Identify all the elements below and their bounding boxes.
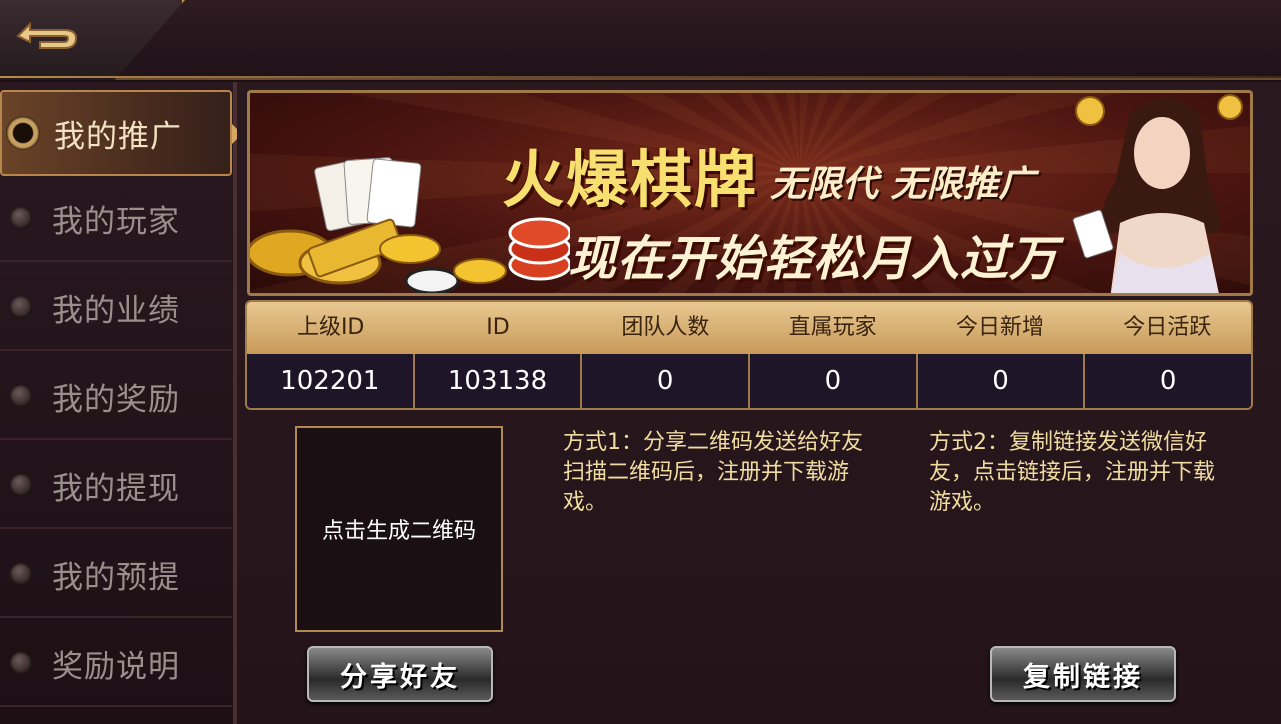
- method-1-text: 方式1：分享二维码发送给好友扫描二维码后，注册并下载游戏。: [563, 430, 863, 515]
- sidebar-item-promotion[interactable]: 我的推广: [0, 90, 242, 176]
- copy-button-label: 复制链接: [1023, 661, 1143, 693]
- sidebar-item-label: 我的预提: [52, 559, 180, 596]
- top-bar: [0, 0, 1281, 80]
- stats-header-row: 上级ID ID 团队人数 直属玩家 今日新增 今日活跃: [247, 302, 1251, 354]
- main-panel: 火爆棋牌 无限代 无限推广 现在开始轻松月入过万 上级ID ID 团队人数 直属…: [237, 82, 1281, 724]
- sidebar-item-label: 我的奖励: [52, 381, 180, 418]
- generate-qr-button[interactable]: 点击生成二维码: [295, 426, 503, 632]
- banner-subtitle: 无限代 无限推广: [770, 163, 1035, 205]
- sidebar-item-label: 我的推广: [54, 118, 182, 155]
- header-today-active: 今日活跃: [1123, 315, 1212, 340]
- header-id: ID: [486, 315, 510, 340]
- value-today-active: 0: [1085, 354, 1251, 408]
- sidebar-item-label: 我的业绩: [52, 292, 180, 329]
- stats-value-row: 102201 103138 0 0 0 0: [247, 354, 1251, 408]
- sidebar-item-label: 我的玩家: [52, 203, 180, 240]
- header-team-size: 团队人数: [621, 315, 710, 340]
- banner-slogan: 现在开始轻松月入过万: [568, 231, 1059, 287]
- radio-dot-icon: [10, 652, 32, 674]
- sidebar-item-rewards[interactable]: 我的奖励: [0, 354, 232, 440]
- back-button[interactable]: [14, 14, 84, 58]
- radio-dot-icon: [10, 207, 32, 229]
- sidebar-item-performance[interactable]: 我的业绩: [0, 265, 232, 351]
- value-team-size: 0: [582, 354, 751, 408]
- sidebar: 我的推广 我的玩家 我的业绩 我的奖励 我的提现 我的预提 奖励说明: [0, 82, 242, 724]
- banner-title: 火爆棋牌: [502, 143, 759, 216]
- method-2-text: 方式2：复制链接发送微信好友，点击链接后，注册并下载游戏。: [929, 430, 1216, 515]
- value-today-new: 0: [917, 354, 1086, 408]
- value-direct-players: 0: [750, 354, 918, 408]
- sidebar-item-players[interactable]: 我的玩家: [0, 176, 232, 262]
- header-parent-id: 上级ID: [296, 315, 365, 340]
- hostess-illustration: [1072, 94, 1243, 293]
- header-today-new: 今日新增: [955, 315, 1044, 340]
- sidebar-item-label: 奖励说明: [52, 648, 180, 685]
- value-parent-id: 102201: [247, 354, 415, 408]
- share-friends-button[interactable]: 分享好友: [307, 646, 493, 702]
- header-direct-players: 直属玩家: [788, 315, 877, 340]
- back-arrow-icon: [16, 21, 78, 49]
- radio-dot-icon: [10, 385, 32, 407]
- promo-banner: 火爆棋牌 无限代 无限推广 现在开始轻松月入过万: [247, 90, 1253, 296]
- stats-table: 上级ID ID 团队人数 直属玩家 今日新增 今日活跃 102201 10313…: [245, 300, 1253, 410]
- sidebar-item-label: 我的提现: [52, 470, 180, 507]
- value-id: 103138: [414, 354, 583, 408]
- sidebar-item-prewithdraw[interactable]: 我的预提: [0, 532, 232, 618]
- sidebar-item-withdraw[interactable]: 我的提现: [0, 443, 232, 529]
- qr-label: 点击生成二维码: [321, 519, 476, 544]
- radio-dot-icon: [10, 296, 32, 318]
- share-button-label: 分享好友: [340, 661, 460, 693]
- radio-dot-icon: [10, 474, 32, 496]
- radio-dot-icon: [6, 116, 40, 150]
- copy-link-button[interactable]: 复制链接: [990, 646, 1176, 702]
- sidebar-item-reward-info[interactable]: 奖励说明: [0, 621, 232, 707]
- radio-dot-icon: [10, 563, 32, 585]
